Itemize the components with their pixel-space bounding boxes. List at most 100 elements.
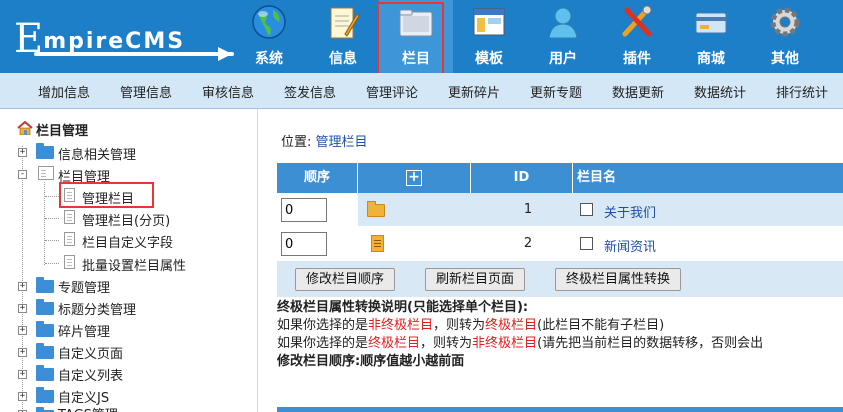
note-text: 如果你选择的是 bbox=[277, 336, 369, 351]
nav-shop[interactable]: 商城 bbox=[674, 0, 748, 73]
notes-line-3: 修改栏目顺序:顺序值越小越前面 bbox=[277, 354, 465, 369]
nav-info[interactable]: 信息 bbox=[306, 0, 380, 73]
folder-icon bbox=[36, 277, 54, 293]
top-header: EmpireCMS 系统 信息 栏目 模板 用户 插件 商城 其他 bbox=[0, 0, 843, 78]
column-name-link[interactable]: 关于我们 bbox=[604, 202, 656, 221]
nav-template-label: 模板 bbox=[475, 51, 503, 67]
tree-item-topics[interactable]: 专题管理 bbox=[58, 277, 110, 297]
submenu-data-stats[interactable]: 数据统计 bbox=[694, 82, 746, 101]
tree-item-title-categories[interactable]: 标题分类管理 bbox=[58, 299, 136, 319]
convert-terminal-button[interactable]: 终极栏目属性转换 bbox=[555, 268, 682, 291]
button-bar: 修改栏目顺序 刷新栏目页面 终极栏目属性转换 bbox=[277, 261, 843, 297]
tree-item-batch-column-attrs[interactable]: 批量设置栏目属性 bbox=[82, 255, 186, 275]
expand-plus-icon[interactable]: + bbox=[18, 304, 27, 313]
open-folder-icon bbox=[38, 166, 54, 180]
tools-icon bbox=[622, 5, 652, 37]
expand-plus-icon[interactable]: + bbox=[18, 392, 27, 401]
folder-icon bbox=[36, 299, 54, 315]
note-red-text: 终极栏目 bbox=[485, 318, 538, 333]
tree-item-manage-column-paged[interactable]: 管理栏目(分页) bbox=[82, 210, 170, 230]
page-icon bbox=[64, 210, 75, 224]
tree-item-info-related[interactable]: 信息相关管理 bbox=[58, 144, 136, 164]
tree-connector bbox=[45, 240, 59, 241]
submenu-rank-stats[interactable]: 排行统计 bbox=[776, 82, 828, 101]
column-name-link[interactable]: 新闻资讯 bbox=[604, 236, 656, 255]
row-checkbox[interactable] bbox=[580, 237, 593, 250]
folder-icon bbox=[367, 201, 385, 217]
order-input[interactable] bbox=[281, 232, 327, 256]
submenu-review-info[interactable]: 审核信息 bbox=[202, 82, 254, 101]
nav-plugin[interactable]: 插件 bbox=[600, 0, 674, 73]
order-input[interactable] bbox=[281, 198, 327, 222]
document-icon bbox=[371, 235, 384, 252]
header-name: 栏目名 bbox=[577, 170, 617, 185]
nav-other[interactable]: 其他 bbox=[748, 0, 822, 73]
tree-item-column-custom-fields[interactable]: 栏目自定义字段 bbox=[82, 232, 173, 252]
nav-info-label: 信息 bbox=[329, 51, 357, 67]
nav-system[interactable]: 系统 bbox=[232, 0, 306, 73]
tree-connector bbox=[45, 196, 59, 197]
header-order: 顺序 bbox=[277, 163, 358, 193]
tree-connector bbox=[45, 218, 59, 219]
notes-title: 终极栏目属性转换说明(只能选择单个栏目): bbox=[277, 300, 529, 315]
folder-icon bbox=[36, 365, 54, 381]
expand-plus-icon[interactable]: + bbox=[18, 148, 27, 157]
add-icon[interactable]: + bbox=[406, 169, 422, 186]
folder-icon bbox=[36, 321, 54, 337]
main-content: 位置: 管理栏目 顺序 + ID 栏目名 1 关于我们 2 bbox=[259, 109, 843, 412]
empirecms-logo: EmpireCMS bbox=[14, 10, 234, 62]
note-text: (请先把当前栏目的数据转移，否则会出 bbox=[537, 336, 764, 351]
nav-plugin-label: 插件 bbox=[623, 51, 651, 67]
header-add: + bbox=[358, 163, 471, 193]
row-checkbox[interactable] bbox=[580, 203, 593, 216]
nav-template[interactable]: 模板 bbox=[452, 0, 526, 73]
submenu-manage-comments[interactable]: 管理评论 bbox=[366, 82, 418, 101]
home-icon bbox=[17, 121, 33, 135]
table-row: 2 新闻资讯 bbox=[277, 227, 843, 261]
user-icon bbox=[548, 7, 578, 39]
card-icon bbox=[695, 12, 727, 34]
note-red-text: 非终极栏目 bbox=[472, 336, 538, 351]
notes-line-2: 如果你选择的是终极栏目，则转为非终极栏目(请先把当前栏目的数据转移，否则会出 bbox=[277, 335, 843, 353]
expand-plus-icon[interactable]: + bbox=[18, 348, 27, 357]
header-id: ID bbox=[471, 163, 573, 193]
tree-item-tags[interactable]: TAGS管理 bbox=[58, 404, 118, 412]
logo-swoosh bbox=[34, 52, 234, 56]
nav-user-label: 用户 bbox=[549, 51, 577, 67]
table-header: 顺序 + ID 栏目名 bbox=[277, 163, 843, 193]
folder-icon bbox=[36, 343, 54, 359]
submenu-update-topics[interactable]: 更新专题 bbox=[530, 82, 582, 101]
tree-root-label[interactable]: 栏目管理 bbox=[36, 120, 88, 140]
tree-item-custom-lists[interactable]: 自定义列表 bbox=[58, 365, 123, 385]
modify-order-button[interactable]: 修改栏目顺序 bbox=[295, 268, 396, 291]
tree-connector bbox=[44, 182, 45, 265]
submenu-data-update[interactable]: 数据更新 bbox=[612, 82, 664, 101]
tree-item-fragments[interactable]: 碎片管理 bbox=[58, 321, 110, 341]
notepad-icon bbox=[330, 7, 360, 39]
submenu-add-info[interactable]: 增加信息 bbox=[38, 82, 90, 101]
expand-plus-icon[interactable]: + bbox=[18, 282, 27, 291]
expand-plus-icon[interactable]: + bbox=[18, 370, 27, 379]
page-icon bbox=[64, 255, 75, 269]
submenu-update-fragments[interactable]: 更新碎片 bbox=[448, 82, 500, 101]
order-cell bbox=[277, 227, 358, 261]
nav-shop-label: 商城 bbox=[697, 51, 725, 67]
second-table-header-edge bbox=[277, 407, 843, 412]
note-red-text: 非终极栏目 bbox=[368, 318, 434, 333]
note-text: (此栏目不能有子栏目) bbox=[537, 318, 665, 333]
submenu-manage-info[interactable]: 管理信息 bbox=[120, 82, 172, 101]
nav-system-label: 系统 bbox=[255, 51, 283, 67]
note-text: 如果你选择的是 bbox=[277, 318, 369, 333]
nav-user[interactable]: 用户 bbox=[526, 0, 600, 73]
breadcrumb-link[interactable]: 管理栏目 bbox=[316, 135, 368, 150]
breadcrumb: 位置: 管理栏目 bbox=[281, 131, 368, 150]
help-notes: 终极栏目属性转换说明(只能选择单个栏目): 如果你选择的是非终极栏目，则转为终极… bbox=[277, 299, 843, 371]
tree-item-custom-pages[interactable]: 自定义页面 bbox=[58, 343, 123, 363]
expand-plus-icon[interactable]: + bbox=[18, 326, 27, 335]
notes-line-1: 如果你选择的是非终极栏目，则转为终极栏目(此栏目不能有子栏目) bbox=[277, 317, 843, 335]
collapse-minus-icon[interactable]: - bbox=[18, 170, 27, 179]
submenu-sign-info[interactable]: 签发信息 bbox=[284, 82, 336, 101]
refresh-column-button[interactable]: 刷新栏目页面 bbox=[425, 268, 526, 291]
logo-swoosh-tip bbox=[218, 47, 232, 61]
note-text: ，则转为 bbox=[433, 318, 486, 333]
